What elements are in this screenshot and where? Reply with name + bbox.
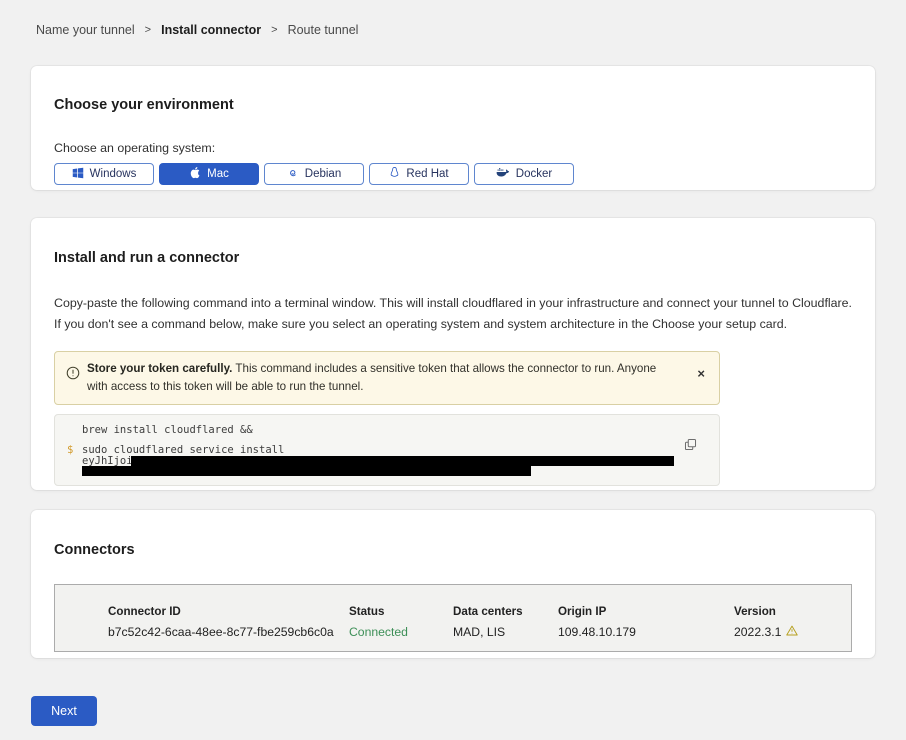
tunnel-setup-page: Name your tunnel > Install connector > R… <box>0 0 906 740</box>
docker-whale-icon <box>496 167 510 181</box>
breadcrumb-separator: > <box>145 24 151 36</box>
col-header-status: Status <box>349 605 453 618</box>
status-badge: Connected <box>349 625 453 639</box>
breadcrumb-separator: > <box>271 24 277 36</box>
col-header-data-centers: Data centers <box>453 605 558 618</box>
os-button-label: Docker <box>516 168 552 180</box>
install-description: Copy-paste the following command into a … <box>54 293 852 336</box>
install-connector-card: Install and run a connector Copy-paste t… <box>31 218 875 490</box>
code-line-brew: brew install cloudflared && <box>82 424 253 436</box>
connectors-table-header: Connector ID Status Data centers Origin … <box>55 585 851 618</box>
os-button-mac[interactable]: Mac <box>159 163 259 185</box>
connectors-table: Connector ID Status Data centers Origin … <box>54 584 852 652</box>
tux-penguin-icon <box>389 166 400 182</box>
os-button-redhat[interactable]: Red Hat <box>369 163 469 185</box>
os-button-label: Red Hat <box>406 168 448 180</box>
token-warning-banner: Store your token carefully. This command… <box>54 351 720 405</box>
environment-card-title: Choose your environment <box>54 97 852 113</box>
connector-id-value: b7c52c42-6caa-48ee-8c77-fbe259cb6c0a <box>55 625 349 639</box>
info-circle-icon <box>66 366 80 385</box>
token-warning-text: Store your token carefully. This command… <box>87 360 707 396</box>
breadcrumb-route-tunnel[interactable]: Route tunnel <box>288 23 359 37</box>
environment-card: Choose your environment Choose an operat… <box>31 66 875 190</box>
debian-icon <box>287 167 299 182</box>
col-header-origin-ip: Origin IP <box>558 605 734 618</box>
install-command-codeblock: brew install cloudflared && $ sudo cloud… <box>54 414 720 486</box>
token-redaction-bar <box>82 466 531 476</box>
os-select-label: Choose an operating system: <box>54 141 852 155</box>
token-warning-title: Store your token carefully. <box>87 362 232 375</box>
copy-icon[interactable] <box>682 436 699 456</box>
windows-icon <box>72 167 84 182</box>
connectors-card: Connectors Connector ID Status Data cent… <box>31 510 875 658</box>
table-row: b7c52c42-6caa-48ee-8c77-fbe259cb6c0a Con… <box>55 618 851 639</box>
data-centers-value: MAD, LIS <box>453 625 558 639</box>
os-button-label: Debian <box>305 168 341 180</box>
breadcrumb-name-your-tunnel[interactable]: Name your tunnel <box>36 23 135 37</box>
os-button-docker[interactable]: Docker <box>474 163 574 185</box>
col-header-version: Version <box>734 605 851 618</box>
os-button-debian[interactable]: Debian <box>264 163 364 185</box>
origin-ip-value: 109.48.10.179 <box>558 625 734 639</box>
install-card-title: Install and run a connector <box>54 250 852 266</box>
os-button-label: Mac <box>207 168 229 180</box>
warning-triangle-icon <box>786 625 798 639</box>
col-header-connector-id: Connector ID <box>55 605 349 618</box>
close-icon[interactable]: × <box>697 367 705 380</box>
version-value: 2022.3.1 <box>734 625 781 639</box>
next-button[interactable]: Next <box>31 696 97 726</box>
shell-prompt: $ <box>67 444 73 456</box>
connectors-card-title: Connectors <box>54 542 852 558</box>
token-redaction-bar <box>131 456 674 466</box>
breadcrumb: Name your tunnel > Install connector > R… <box>36 23 358 37</box>
os-button-group: Windows Mac Debian <box>54 163 852 185</box>
breadcrumb-install-connector[interactable]: Install connector <box>161 23 261 37</box>
apple-icon <box>189 166 201 182</box>
os-button-label: Windows <box>90 168 137 180</box>
os-button-windows[interactable]: Windows <box>54 163 154 185</box>
